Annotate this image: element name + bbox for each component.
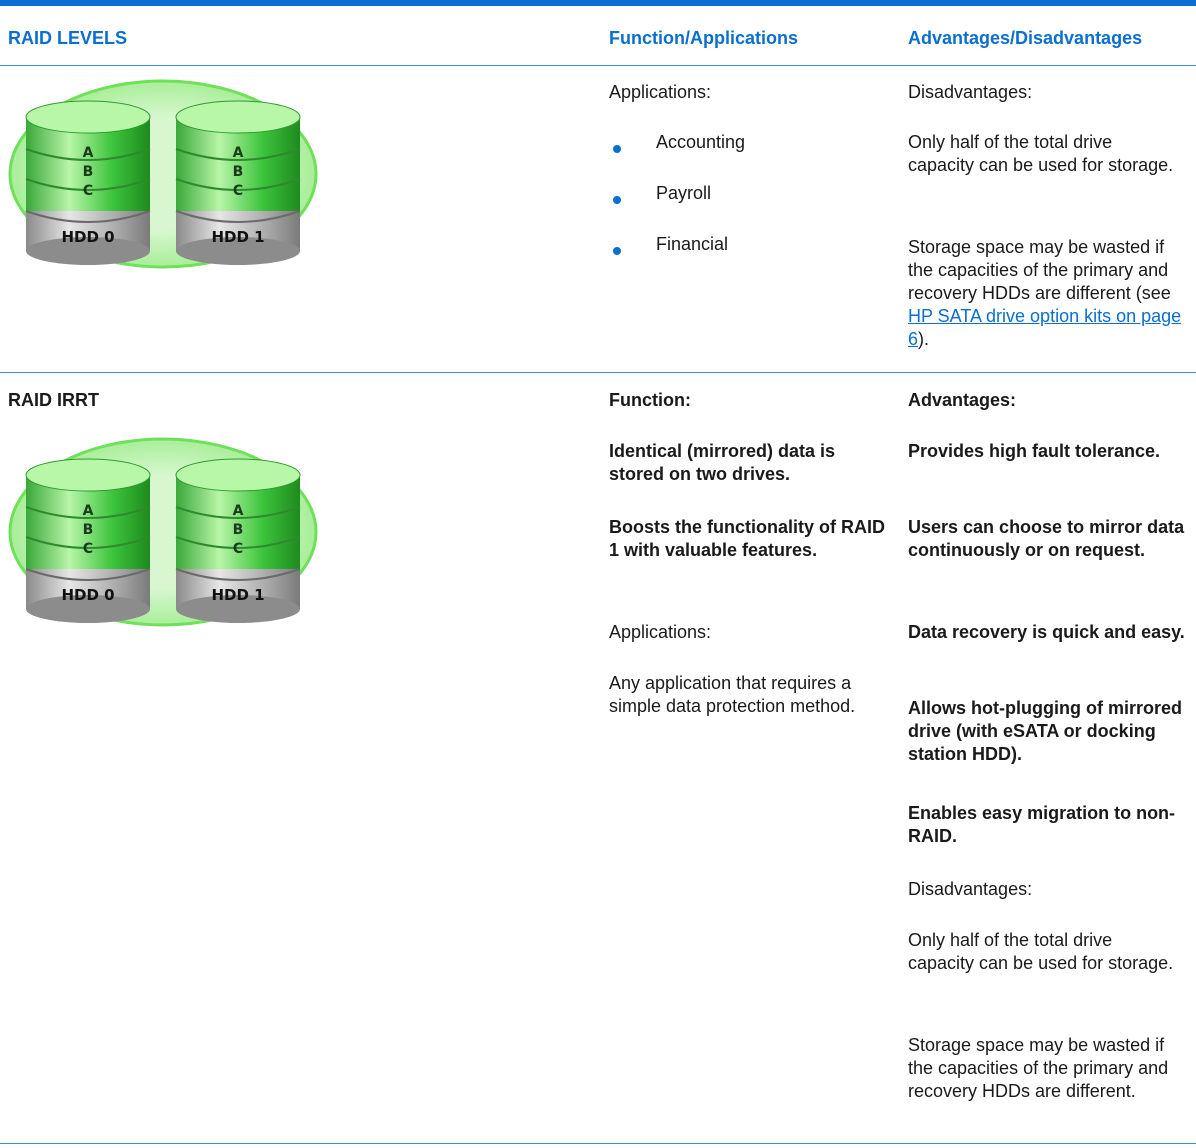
- applications-text: Any application that requires a simple d…: [609, 673, 856, 716]
- bottom-divider: [0, 1143, 1196, 1144]
- col-header-function: Function/Applications: [609, 28, 798, 48]
- applications-label: Applications:: [609, 622, 712, 642]
- advantage-text: Allows hot-plugging of mirrored drive (w…: [908, 698, 1182, 764]
- drive-letter: B: [83, 164, 94, 180]
- drive-label: HDD 0: [61, 586, 114, 604]
- top-rule: [0, 0, 1196, 6]
- drive-letter: A: [233, 503, 244, 519]
- hdd0-cylinder: A B C HDD 0: [25, 100, 151, 265]
- disadvantages-label: Disadvantages:: [908, 82, 1033, 102]
- bullet-item: Financial: [656, 234, 729, 254]
- drive-letter: B: [83, 522, 94, 538]
- bullet-item: Accounting: [656, 132, 746, 152]
- hdd1-cylinder: A B C HDD 1: [175, 458, 301, 623]
- hdd1-cylinder: A B C HDD 1: [175, 100, 301, 265]
- advantage-text: Enables easy migration to non-RAID.: [908, 803, 1176, 846]
- drive-letter: C: [233, 183, 243, 199]
- disadvantage-text: Only half of the total drive capacity ca…: [908, 930, 1174, 973]
- disadvantages-label: Disadvantages:: [908, 879, 1033, 899]
- bullet-dot: [613, 145, 621, 153]
- drive-letter: B: [233, 522, 244, 538]
- disadvantage-text: Storage space may be wasted if the capac…: [908, 237, 1182, 349]
- drive-letter: C: [83, 183, 93, 199]
- drive-label: HDD 0: [61, 228, 114, 246]
- advantage-text: Data recovery is quick and easy.: [908, 622, 1185, 642]
- disadvantage-text: Only half of the total drive capacity ca…: [908, 132, 1174, 175]
- raid-irrt-drives-image: A B C HDD 0 A B C HDD 1: [8, 437, 318, 627]
- bullet-dot: [613, 247, 621, 255]
- hdd0-cylinder: A B C HDD 0: [25, 458, 151, 623]
- drive-label: HDD 1: [211, 228, 264, 246]
- disadvantage-text: Storage space may be wasted if the capac…: [908, 1035, 1169, 1101]
- sata-kits-link[interactable]: HP SATA drive option kits on page 6: [908, 306, 1181, 349]
- col-header-advantages: Advantages/Disadvantages: [908, 28, 1143, 48]
- function-label: Function:: [609, 390, 691, 410]
- function-text: Identical (mirrored) data is stored on t…: [609, 441, 836, 484]
- header-divider: [0, 65, 1196, 66]
- drive-letter: C: [233, 541, 243, 557]
- drive-letter: C: [83, 541, 93, 557]
- col-header-raid-levels: RAID LEVELS: [8, 28, 128, 48]
- bullet-item: Payroll: [656, 183, 712, 203]
- applications-label: Applications:: [609, 82, 712, 102]
- advantages-label: Advantages:: [908, 390, 1017, 410]
- advantage-text: Provides high fault tolerance.: [908, 441, 1161, 461]
- raid1-drives-image: A B C HDD 0 A B C HDD 1: [8, 79, 318, 269]
- drive-letter: A: [233, 145, 244, 161]
- drive-letter: B: [233, 164, 244, 180]
- function-text: Boosts the functionality of RAID 1 with …: [609, 517, 885, 560]
- row-divider: [0, 372, 1196, 373]
- drive-label: HDD 1: [211, 586, 264, 604]
- advantage-text: Users can choose to mirror data continuo…: [908, 517, 1185, 560]
- drive-letter: A: [83, 503, 94, 519]
- bullet-dot: [613, 196, 621, 204]
- raid-irrt-title: RAID IRRT: [8, 390, 99, 410]
- drive-letter: A: [83, 145, 94, 161]
